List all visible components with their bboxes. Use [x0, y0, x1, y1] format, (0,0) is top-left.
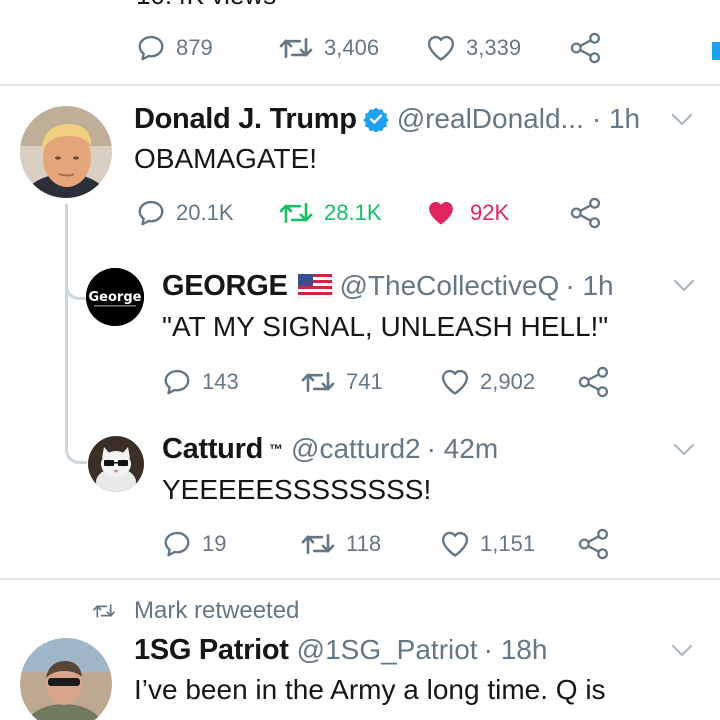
tweet-header: 1SG Patriot @1SG_Patriot · 18h — [134, 628, 644, 672]
tweet-header: GEORGE @TheCollectiveQ · 1h — [162, 264, 632, 308]
chevron-down-icon[interactable] — [670, 643, 694, 659]
tweet-actions: 143 741 2,902 — [0, 362, 720, 402]
reply-count: 20.1K — [176, 200, 234, 225]
profile-logo: George — [86, 268, 144, 326]
chevron-down-icon[interactable] — [672, 278, 696, 294]
tweet-header: Catturd ™ @catturd2 · 42m — [162, 427, 632, 471]
scroll-indicator — [712, 42, 720, 60]
retweet-icon — [300, 367, 336, 397]
reply-button[interactable]: 19 — [162, 524, 226, 564]
tweet-text: OBAMAGATE! — [134, 143, 318, 174]
share-button[interactable] — [578, 524, 610, 564]
previous-tweet-view-count: 10.4K views — [136, 0, 276, 11]
share-button[interactable] — [570, 193, 602, 233]
chevron-down-icon[interactable] — [670, 112, 694, 128]
retweet-count: 3,406 — [324, 35, 380, 60]
like-icon — [426, 198, 456, 228]
share-icon — [578, 366, 610, 398]
like-count: 2,902 — [480, 369, 536, 394]
share-icon — [570, 197, 602, 229]
retweet-button[interactable]: 3,406 — [278, 28, 379, 68]
like-button[interactable]: 3,339 — [426, 28, 521, 68]
tweet-text: YEEEEESSSSSSSS! — [162, 474, 432, 505]
like-icon — [426, 33, 456, 63]
reply-button[interactable]: 143 — [162, 362, 239, 402]
trademark-suffix: ™ — [269, 441, 284, 457]
reply-icon — [136, 198, 166, 228]
reply-count: 879 — [176, 35, 213, 60]
tweet-timestamp[interactable]: · 18h — [484, 634, 548, 666]
like-button[interactable]: 1,151 — [440, 524, 535, 564]
tweet-timestamp[interactable]: · 42m — [427, 433, 499, 465]
tweet-divider — [0, 84, 720, 86]
tweet-divider — [0, 578, 720, 580]
verified-badge-icon — [363, 106, 389, 132]
profile-photo — [20, 638, 112, 720]
avatar[interactable]: George — [86, 268, 144, 326]
retweet-icon — [278, 198, 314, 228]
retweeted-by-text: Mark retweeted — [134, 597, 300, 624]
thread-connector — [65, 400, 87, 464]
retweeted-by-label[interactable]: Mark retweeted — [92, 594, 299, 628]
retweet-icon — [278, 33, 314, 63]
tweet-text: "AT MY SIGNAL, UNLEASH HELL!" — [162, 311, 609, 342]
like-button[interactable]: 2,902 — [440, 362, 535, 402]
tweet-timestamp[interactable]: · 1h — [592, 103, 640, 135]
like-count: 1,151 — [480, 531, 536, 556]
like-count: 92K — [470, 200, 510, 225]
share-icon — [570, 32, 602, 64]
retweet-count: 28.1K — [324, 200, 382, 225]
reply-icon — [162, 529, 192, 559]
display-name[interactable]: Donald J. Trump — [134, 103, 357, 136]
reply-button[interactable]: 20.1K — [136, 193, 234, 233]
like-button[interactable]: 92K — [426, 193, 509, 233]
like-icon — [440, 529, 470, 559]
user-handle[interactable]: @1SG_Patriot — [297, 634, 478, 666]
avatar[interactable] — [20, 638, 112, 720]
chevron-down-icon[interactable] — [672, 442, 696, 458]
previous-tweet-actions: 879 3,406 3,339 — [0, 28, 720, 68]
user-handle[interactable]: @TheCollectiveQ — [340, 270, 560, 302]
us-flag-icon — [297, 274, 332, 298]
retweet-icon — [92, 601, 116, 621]
avatar[interactable] — [20, 106, 112, 198]
like-count: 3,339 — [466, 35, 522, 60]
share-icon — [578, 528, 610, 560]
tweet-header: Donald J. Trump @realDonald... · 1h — [134, 97, 644, 141]
retweet-icon — [300, 529, 336, 559]
display-name[interactable]: GEORGE — [162, 270, 288, 303]
reply-icon — [162, 367, 192, 397]
tweet-text: I’ve been in the Army a long time. Q is — [134, 674, 606, 705]
reply-count: 19 — [202, 531, 227, 556]
profile-photo — [20, 106, 112, 198]
share-button[interactable] — [570, 28, 602, 68]
share-button[interactable] — [578, 362, 610, 402]
reply-icon — [136, 33, 166, 63]
retweet-button[interactable]: 28.1K — [278, 193, 382, 233]
retweet-count: 741 — [346, 369, 383, 394]
retweet-button[interactable]: 741 — [300, 362, 383, 402]
reply-count: 143 — [202, 369, 239, 394]
display-name[interactable]: 1SG Patriot — [134, 634, 289, 667]
tweet-actions: 20.1K 28.1K 92K — [0, 193, 720, 233]
user-handle[interactable]: @realDonald... — [397, 103, 584, 135]
display-name[interactable]: Catturd — [162, 433, 263, 466]
like-icon — [440, 367, 470, 397]
tweet-timestamp[interactable]: · 1h — [565, 270, 613, 302]
avatar-logo-text: George — [89, 290, 142, 305]
tweet-actions: 19 118 1,151 — [0, 524, 720, 564]
reply-button[interactable]: 879 — [136, 28, 213, 68]
user-handle[interactable]: @catturd2 — [291, 433, 421, 465]
thread-connector — [65, 240, 87, 300]
retweet-button[interactable]: 118 — [300, 524, 381, 564]
avatar[interactable] — [88, 436, 144, 492]
retweet-count: 118 — [346, 531, 382, 556]
profile-photo — [88, 436, 144, 492]
